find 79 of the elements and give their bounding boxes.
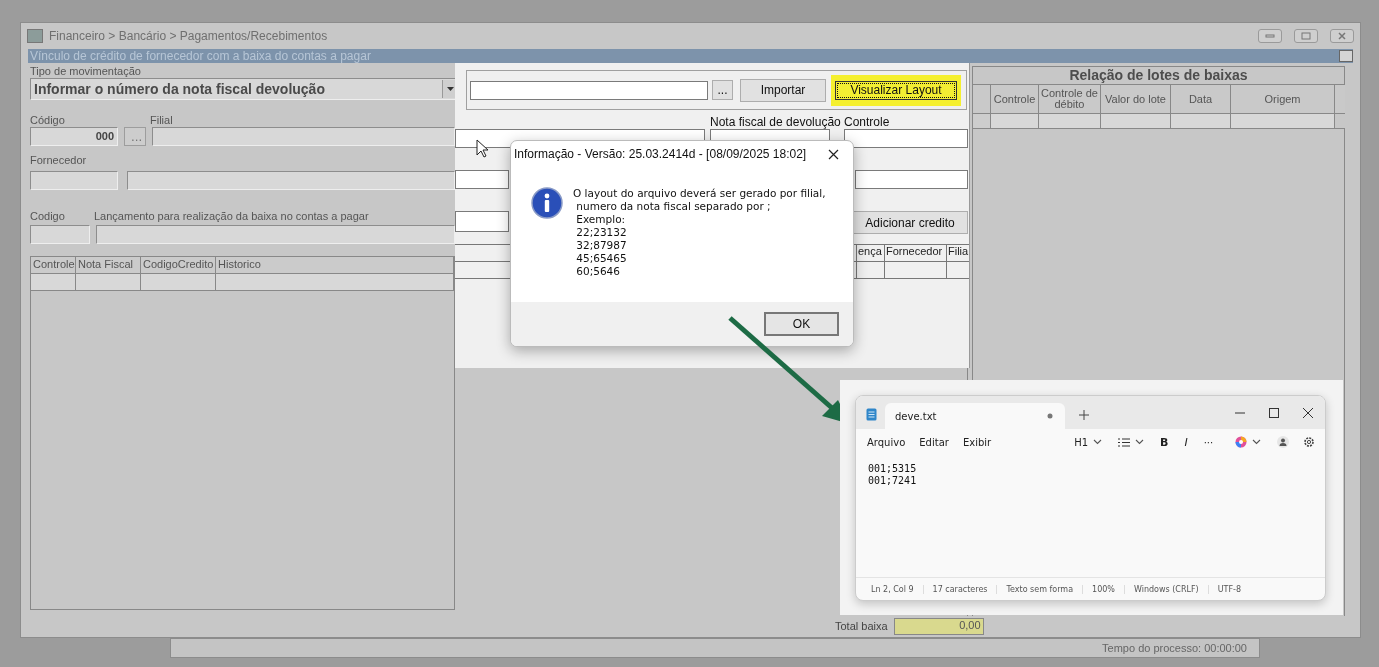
- field-label: Total baixa: [835, 620, 888, 632]
- column-header[interactable]: Controle de débito: [1039, 85, 1101, 113]
- menu-item[interactable]: Exibir: [957, 434, 997, 450]
- chevron-down-icon: [1252, 439, 1261, 445]
- text-field[interactable]: [455, 211, 509, 232]
- code-field[interactable]: 000: [30, 127, 118, 146]
- list-icon: [1118, 437, 1131, 447]
- browse-button[interactable]: ...: [712, 80, 733, 100]
- close-icon: [827, 148, 839, 160]
- mouse-cursor-icon: [476, 139, 490, 159]
- dialog-title: Informação - Versão: 25.03.2414d - [08/09/2025 18:02]: [514, 147, 808, 161]
- field-label: Código: [30, 114, 66, 127]
- ok-button[interactable]: OK: [764, 312, 839, 336]
- column-header[interactable]: Filia: [946, 245, 969, 261]
- status-item: 17 caracteres: [922, 584, 997, 594]
- file-path-field[interactable]: [470, 80, 708, 100]
- minimize-icon: [1265, 34, 1275, 38]
- status-item: Ln 2, Col 9: [870, 584, 915, 594]
- maximize-icon[interactable]: [1269, 407, 1279, 418]
- italic-button[interactable]: I: [1178, 433, 1194, 451]
- chevron-down-icon: [1135, 439, 1145, 445]
- column-header[interactable]: Origem: [1231, 85, 1335, 113]
- chevron-down-icon: [1093, 439, 1103, 445]
- maximize-icon: [1301, 32, 1311, 40]
- view-layout-button[interactable]: Visualizar Layout: [835, 80, 957, 100]
- close-icon[interactable]: [1303, 407, 1313, 418]
- status-item: Texto sem forma: [996, 584, 1083, 594]
- new-tab-icon[interactable]: [1079, 409, 1089, 420]
- column-header[interactable]: Historico: [216, 257, 454, 273]
- status-item: Windows (CRLF): [1123, 584, 1208, 594]
- text-field[interactable]: [855, 170, 968, 189]
- column-header[interactable]: Data: [1171, 85, 1231, 113]
- row-header[interactable]: [973, 114, 991, 128]
- bold-button[interactable]: B: [1154, 433, 1175, 451]
- field-label: Tipo de movimentação: [30, 65, 142, 78]
- field-label: Controle: [844, 115, 890, 129]
- dialog-message: O layout do arquivo deverá ser gerado por filial, numero da nota fiscal separado por ; Exemplo: 22;23132 32;87987 45;65465 60;5646: [573, 187, 826, 278]
- app-icon: [27, 29, 43, 43]
- column-header[interactable]: ença: [856, 245, 884, 261]
- entry-code-field[interactable]: [30, 225, 90, 244]
- close-icon: [1338, 32, 1346, 40]
- user-icon[interactable]: [1277, 436, 1289, 448]
- menu-item[interactable]: Editar: [914, 434, 954, 450]
- text-content[interactable]: 001;5315 001;7241: [856, 455, 1325, 577]
- column-header[interactable]: Controle: [991, 85, 1039, 113]
- import-button[interactable]: Importar: [740, 78, 826, 102]
- column-header[interactable]: Valor do lote: [1101, 85, 1171, 113]
- column-header[interactable]: Fornecedor: [884, 245, 946, 261]
- field-label: Codigo: [30, 210, 66, 223]
- form-title: Vínculo de crédito de fornecedor com a baixa do contas a pagar: [30, 49, 372, 63]
- movement-type-dropdown[interactable]: Informar o número da nota fiscal devolução: [30, 78, 458, 100]
- text-field[interactable]: [455, 170, 509, 189]
- heading-button[interactable]: H1: [1068, 434, 1109, 450]
- info-icon: [531, 187, 563, 219]
- window-title: Financeiro > Bancário > Pagamentos/Recebimentos: [49, 29, 328, 43]
- field-label: Lançamento para realização da baixa no contas a pagar: [94, 210, 369, 223]
- column-header[interactable]: CodigoCredito: [141, 257, 216, 273]
- status-item: UTF-8: [1207, 584, 1250, 594]
- field-label: Fornecedor: [30, 154, 87, 167]
- add-credit-button[interactable]: Adicionar credito: [852, 211, 968, 234]
- menu-item[interactable]: Arquivo: [862, 434, 911, 450]
- process-time: Tempo do processo: 00:00:00: [1102, 642, 1247, 654]
- notepad-icon: [866, 408, 877, 421]
- supplier-code-field[interactable]: [30, 171, 118, 190]
- control-field[interactable]: [844, 129, 968, 148]
- multicolor-logo-icon: [1235, 436, 1247, 448]
- column-header[interactable]: Controle: [31, 257, 76, 273]
- total-field: 0,00: [893, 617, 984, 635]
- column-header[interactable]: Nota Fiscal: [76, 257, 141, 273]
- field-label: Nota fiscal de devolução: [710, 115, 842, 129]
- settings-icon[interactable]: [1303, 436, 1315, 448]
- field-label: Filial: [150, 114, 173, 127]
- branch-field[interactable]: [152, 127, 455, 146]
- entry-field[interactable]: [96, 225, 455, 244]
- file-tab[interactable]: deve.txt: [885, 403, 1065, 429]
- more-button[interactable]: ···: [1197, 434, 1220, 450]
- supplier-name-field[interactable]: [127, 171, 455, 190]
- status-item: 100%: [1082, 584, 1124, 594]
- table-title: Relação de lotes de baixas: [972, 66, 1345, 85]
